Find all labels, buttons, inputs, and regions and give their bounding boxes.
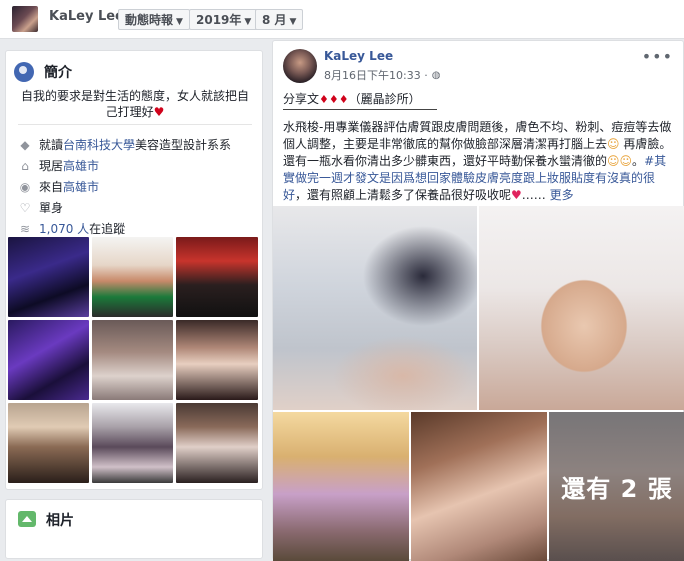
- see-more-link[interactable]: 更多: [550, 188, 574, 202]
- post-image[interactable]: [273, 412, 409, 561]
- intro-title: 簡介: [44, 65, 72, 81]
- post-share-line: 分享文♦♦♦（麗晶診所）: [283, 92, 421, 106]
- lips-emoji-icon: ♥: [153, 105, 165, 119]
- globe-icon: [14, 62, 34, 82]
- photo-thumbnail[interactable]: [92, 403, 173, 483]
- intro-education: ◆ 就讀 台南科技大學 美容造型設計系系: [18, 137, 231, 153]
- heart-emoji-icon: ♥: [511, 188, 522, 202]
- photos-card: 相片: [5, 499, 263, 559]
- profile-avatar[interactable]: [12, 6, 38, 32]
- follow-icon: ≋: [19, 222, 31, 236]
- photo-thumbnail[interactable]: [92, 320, 173, 400]
- more-options-icon[interactable]: •••: [642, 47, 673, 66]
- education-link[interactable]: 台南科技大學: [63, 137, 135, 153]
- photos-title[interactable]: 相片: [46, 510, 74, 530]
- photo-thumbnail[interactable]: [176, 320, 258, 400]
- year-dropdown[interactable]: 2019年 ▼: [189, 9, 259, 30]
- followers-link[interactable]: 1,070 人: [39, 221, 89, 237]
- current-city-link[interactable]: 高雄市: [63, 158, 99, 174]
- heart-icon: ♡: [19, 201, 31, 215]
- globe-icon: ◍: [431, 69, 441, 81]
- intro-followers: ≋ 1,070 人在追蹤: [19, 221, 126, 237]
- home-icon: ⌂: [21, 159, 29, 173]
- post-image[interactable]: [411, 412, 547, 561]
- timeline-dropdown[interactable]: 動態時報 ▼: [118, 9, 190, 30]
- smile-emoji-icon: ☺☺: [607, 154, 633, 168]
- smile-emoji-icon: ☺: [607, 137, 620, 151]
- location-pin-icon: ◉: [19, 180, 31, 194]
- chevron-down-icon: ▼: [176, 17, 183, 27]
- intro-card: 簡介 自我的要求是對生活的態度，女人就該把自己打理好♥ ◆ 就讀 台南科技大學 美容…: [5, 50, 263, 490]
- photo-thumbnail[interactable]: [8, 403, 89, 483]
- post-image[interactable]: [273, 206, 477, 410]
- photo-thumbnail[interactable]: [176, 403, 258, 483]
- graduation-cap-icon: ◆: [20, 138, 30, 152]
- profile-name[interactable]: KaLey Lee: [49, 9, 124, 24]
- post-image[interactable]: [479, 206, 684, 410]
- more-photos-tile[interactable]: 還有 2 張: [549, 412, 684, 561]
- photo-thumbnail[interactable]: [92, 237, 173, 317]
- photo-icon: [18, 511, 36, 527]
- photo-thumbnail[interactable]: [8, 320, 89, 400]
- divider: [18, 124, 252, 125]
- chevron-down-icon: ▼: [289, 17, 297, 27]
- month-dropdown[interactable]: 8 月 ▼: [255, 9, 304, 30]
- divider: [283, 109, 437, 110]
- post-author-avatar[interactable]: [283, 49, 317, 83]
- chevron-down-icon: ▼: [244, 17, 252, 27]
- intro-hometown: ◉ 來自 高雄市: [19, 179, 100, 195]
- intro-header: 簡介: [14, 61, 72, 83]
- post-timestamp[interactable]: 8月16日下午10:33 ·: [324, 67, 428, 83]
- post-text: 水飛梭-用專業儀器評估膚質跟皮膚問題後，膚色不均、粉刺、痘痘等去做個人調整，主要…: [283, 120, 672, 202]
- post-author-name[interactable]: KaLey Lee: [324, 49, 393, 63]
- lipstick-emoji-icon: ♦♦♦: [319, 93, 349, 106]
- hometown-link[interactable]: 高雄市: [63, 179, 99, 195]
- photo-thumbnail[interactable]: [8, 237, 89, 317]
- post-meta: 8月16日下午10:33 · ◍: [324, 67, 440, 83]
- intro-relationship: ♡ 單身: [19, 201, 64, 215]
- intro-bio: 自我的要求是對生活的態度，女人就該把自己打理好♥: [20, 89, 249, 119]
- photo-thumbnail[interactable]: [176, 237, 258, 317]
- more-photos-count: 還有 2 張: [549, 412, 684, 561]
- intro-current-city: ⌂ 現居 高雄市: [18, 158, 99, 174]
- post-card: KaLey Lee 8月16日下午10:33 · ◍ ••• 分享文♦♦♦（麗晶…: [272, 40, 684, 561]
- profile-header-bar: KaLey Lee 動態時報 ▼ 2019年 ▼ 8 月 ▼: [0, 0, 684, 39]
